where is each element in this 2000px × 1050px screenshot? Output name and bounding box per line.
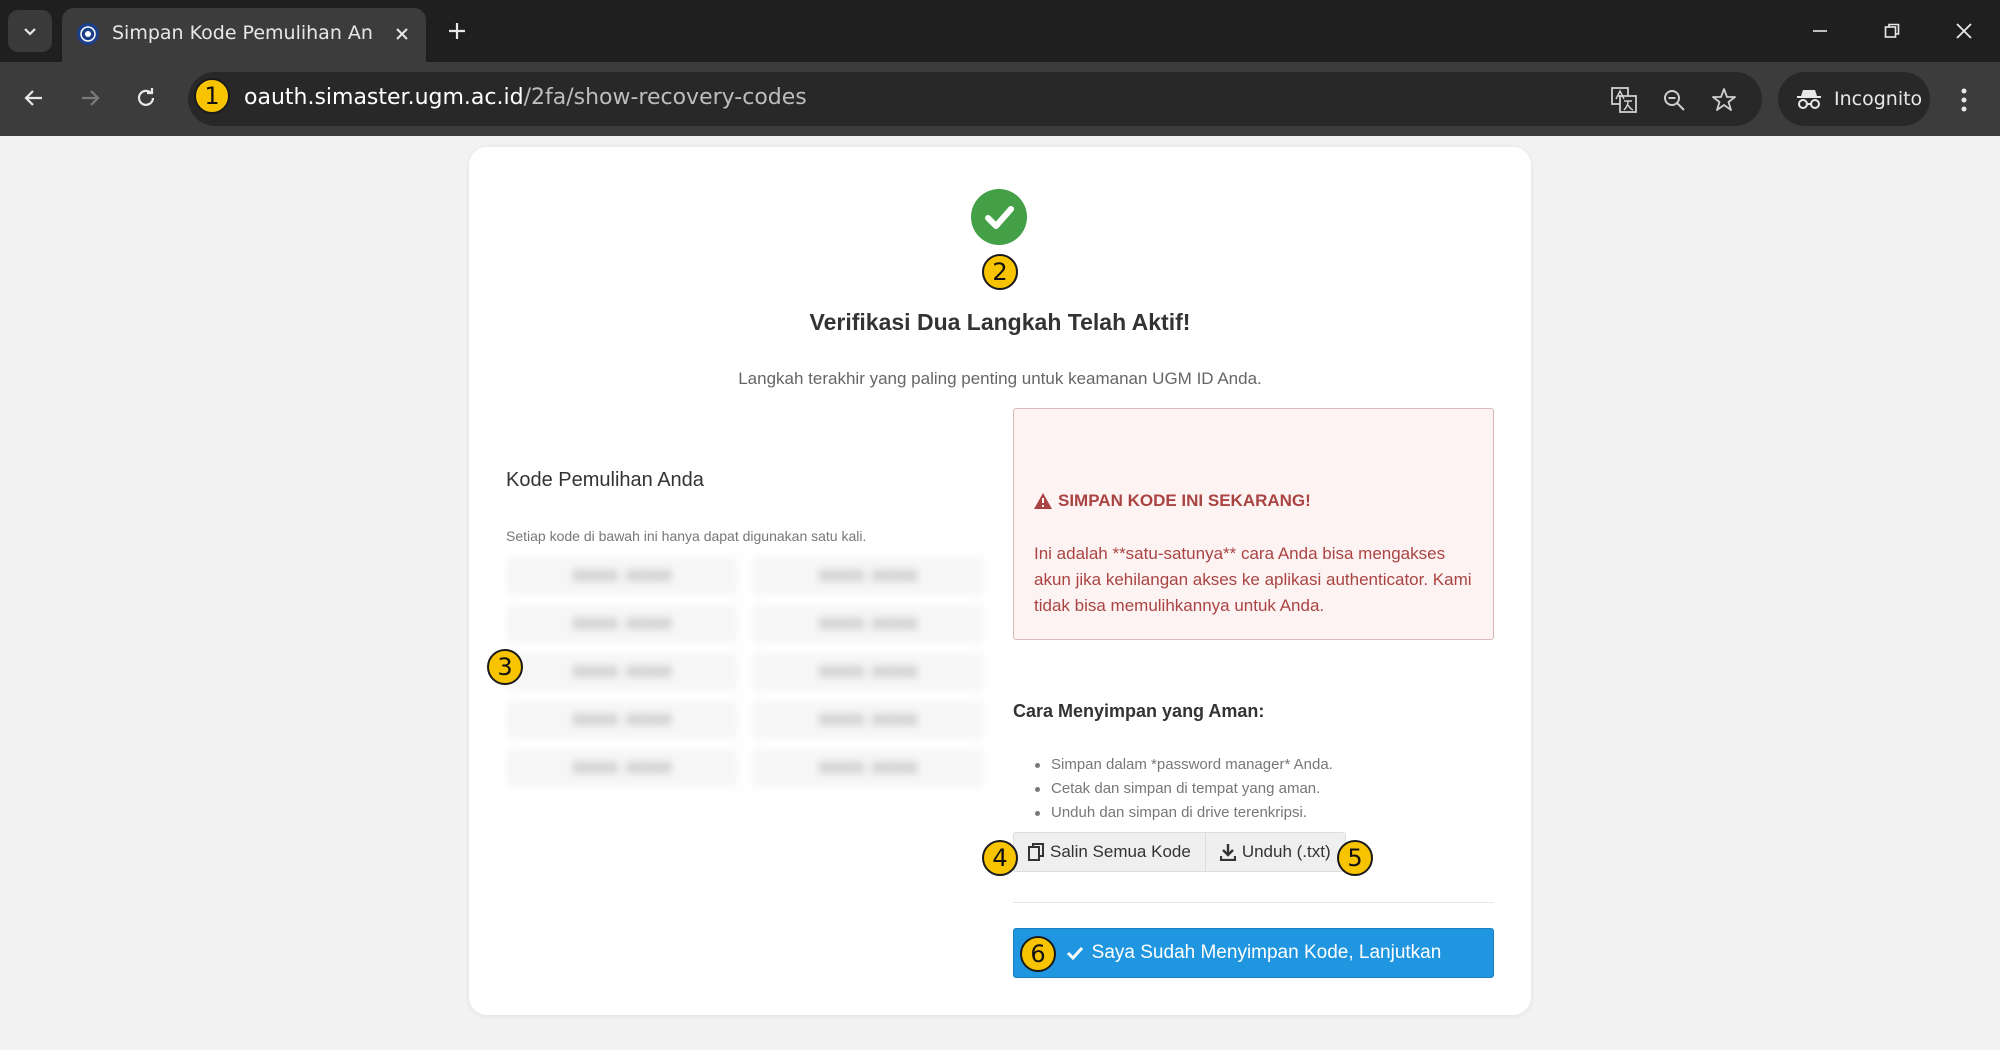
recovery-code: XXXXX-XXXXX: [752, 557, 984, 595]
recovery-code: XXXXX-XXXXX: [752, 749, 984, 787]
success-check-icon: [971, 189, 1027, 245]
warning-alert: SIMPAN KODE INI SEKARANG! Ini adalah **s…: [1013, 408, 1494, 640]
chevron-down-icon: [24, 28, 36, 36]
recovery-code: XXXXX-XXXXX: [506, 557, 738, 595]
recovery-codes-note: Setiap kode di bawah ini hanya dapat dig…: [506, 528, 867, 544]
recovery-code: XXXXX-XXXXX: [506, 653, 738, 691]
code-actions-group: Salin Semua Kode Unduh (.txt): [1013, 832, 1346, 872]
continue-button-label: Saya Sudah Menyimpan Kode, Lanjutkan: [1091, 942, 1442, 963]
howto-title: Cara Menyimpan yang Aman:: [1013, 701, 1265, 721]
divider: [1013, 902, 1494, 903]
forward-button[interactable]: [70, 78, 110, 118]
incognito-label: Incognito: [1834, 88, 1923, 110]
annotation-marker-6: 6: [1020, 936, 1056, 972]
check-icon: [1066, 946, 1083, 961]
address-bar[interactable]: oauth.simaster.ugm.ac.id/2fa/show-recove…: [188, 72, 1762, 126]
new-tab-button[interactable]: [440, 14, 474, 48]
reload-button[interactable]: [126, 78, 166, 118]
minimize-icon: [1813, 30, 1827, 32]
copy-button-label: Salin Semua Kode: [1050, 842, 1191, 861]
continue-button[interactable]: Saya Sudah Menyimpan Kode, Lanjutkan: [1013, 928, 1494, 978]
arrow-left-icon: [24, 90, 42, 106]
warning-text: Ini adalah **satu-satunya** cara Anda bi…: [1034, 544, 1472, 615]
recovery-code: XXXXX-XXXXX: [752, 653, 984, 691]
annotation-marker-3: 3: [487, 649, 523, 685]
download-icon: [1219, 844, 1236, 861]
tab-search-button[interactable]: [8, 10, 52, 52]
recovery-code: XXXXX-XXXXX: [506, 749, 738, 787]
list-item: Cetak dan simpan di tempat yang aman.: [1033, 777, 1333, 801]
reload-icon: [137, 88, 155, 106]
recovery-codes-grid: XXXXX-XXXXX XXXXX-XXXXX XXXXX-XXXXX XXXX…: [506, 557, 984, 787]
recovery-code: XXXXX-XXXXX: [506, 701, 738, 739]
close-window-button[interactable]: [1944, 12, 1984, 50]
minimize-button[interactable]: [1800, 12, 1840, 50]
url-host: oauth.simaster.ugm.ac.id: [244, 85, 524, 110]
warning-title-text: SIMPAN KODE INI SEKARANG!: [1058, 491, 1311, 510]
tab-title: Simpan Kode Pemulihan Anda: [112, 22, 372, 44]
url-text[interactable]: oauth.simaster.ugm.ac.id/2fa/show-recove…: [244, 85, 807, 110]
arrow-right-icon: [82, 90, 100, 106]
plus-icon: [449, 23, 465, 39]
restore-icon: [1884, 23, 1900, 38]
browser-toolbar: oauth.simaster.ugm.ac.id/2fa/show-recove…: [0, 62, 2000, 136]
warning-triangle-icon: [1034, 493, 1052, 509]
annotation-marker-5: 5: [1337, 840, 1373, 876]
copy-icon: [1028, 843, 1044, 861]
translate-icon[interactable]: [1608, 84, 1640, 116]
copy-all-codes-button[interactable]: Salin Semua Kode: [1013, 832, 1206, 872]
more-vertical-icon: [1961, 88, 1967, 112]
list-item: Unduh dan simpan di drive terenkripsi.: [1033, 801, 1333, 825]
url-path: /2fa/show-recovery-codes: [523, 85, 807, 110]
download-button-label: Unduh (.txt): [1241, 842, 1331, 861]
annotation-marker-4: 4: [982, 840, 1018, 876]
close-icon: [1956, 23, 1972, 39]
zoom-icon[interactable]: [1658, 84, 1690, 116]
howto-list: Simpan dalam *password manager* Anda. Ce…: [1033, 753, 1333, 825]
ugm-favicon-icon: [77, 23, 99, 45]
warning-title: SIMPAN KODE INI SEKARANG!: [1034, 491, 1311, 511]
recovery-code: XXXXX-XXXXX: [752, 701, 984, 739]
recovery-code: XXXXX-XXXXX: [506, 605, 738, 643]
bookmark-star-icon[interactable]: [1708, 84, 1740, 116]
annotation-marker-1: 1: [194, 78, 230, 114]
browser-menu-button[interactable]: [1948, 80, 1980, 120]
page-title: Verifikasi Dua Langkah Telah Aktif!: [809, 309, 1191, 335]
recovery-codes-title: Kode Pemulihan Anda: [506, 469, 704, 491]
page-subtitle: Langkah terakhir yang paling penting unt…: [738, 369, 1262, 388]
download-txt-button[interactable]: Unduh (.txt): [1205, 832, 1346, 872]
tab-active[interactable]: Simpan Kode Pemulihan Anda: [62, 8, 426, 62]
list-item: Simpan dalam *password manager* Anda.: [1033, 753, 1333, 777]
annotation-marker-2: 2: [982, 254, 1018, 290]
recovery-code: XXXXX-XXXXX: [752, 605, 984, 643]
back-button[interactable]: [14, 78, 54, 118]
tab-close-icon[interactable]: [388, 20, 416, 48]
incognito-icon: [1797, 90, 1821, 109]
restore-button[interactable]: [1872, 12, 1912, 50]
browser-tab-bar: Simpan Kode Pemulihan Anda: [0, 0, 2000, 62]
incognito-badge[interactable]: Incognito: [1778, 72, 1930, 126]
